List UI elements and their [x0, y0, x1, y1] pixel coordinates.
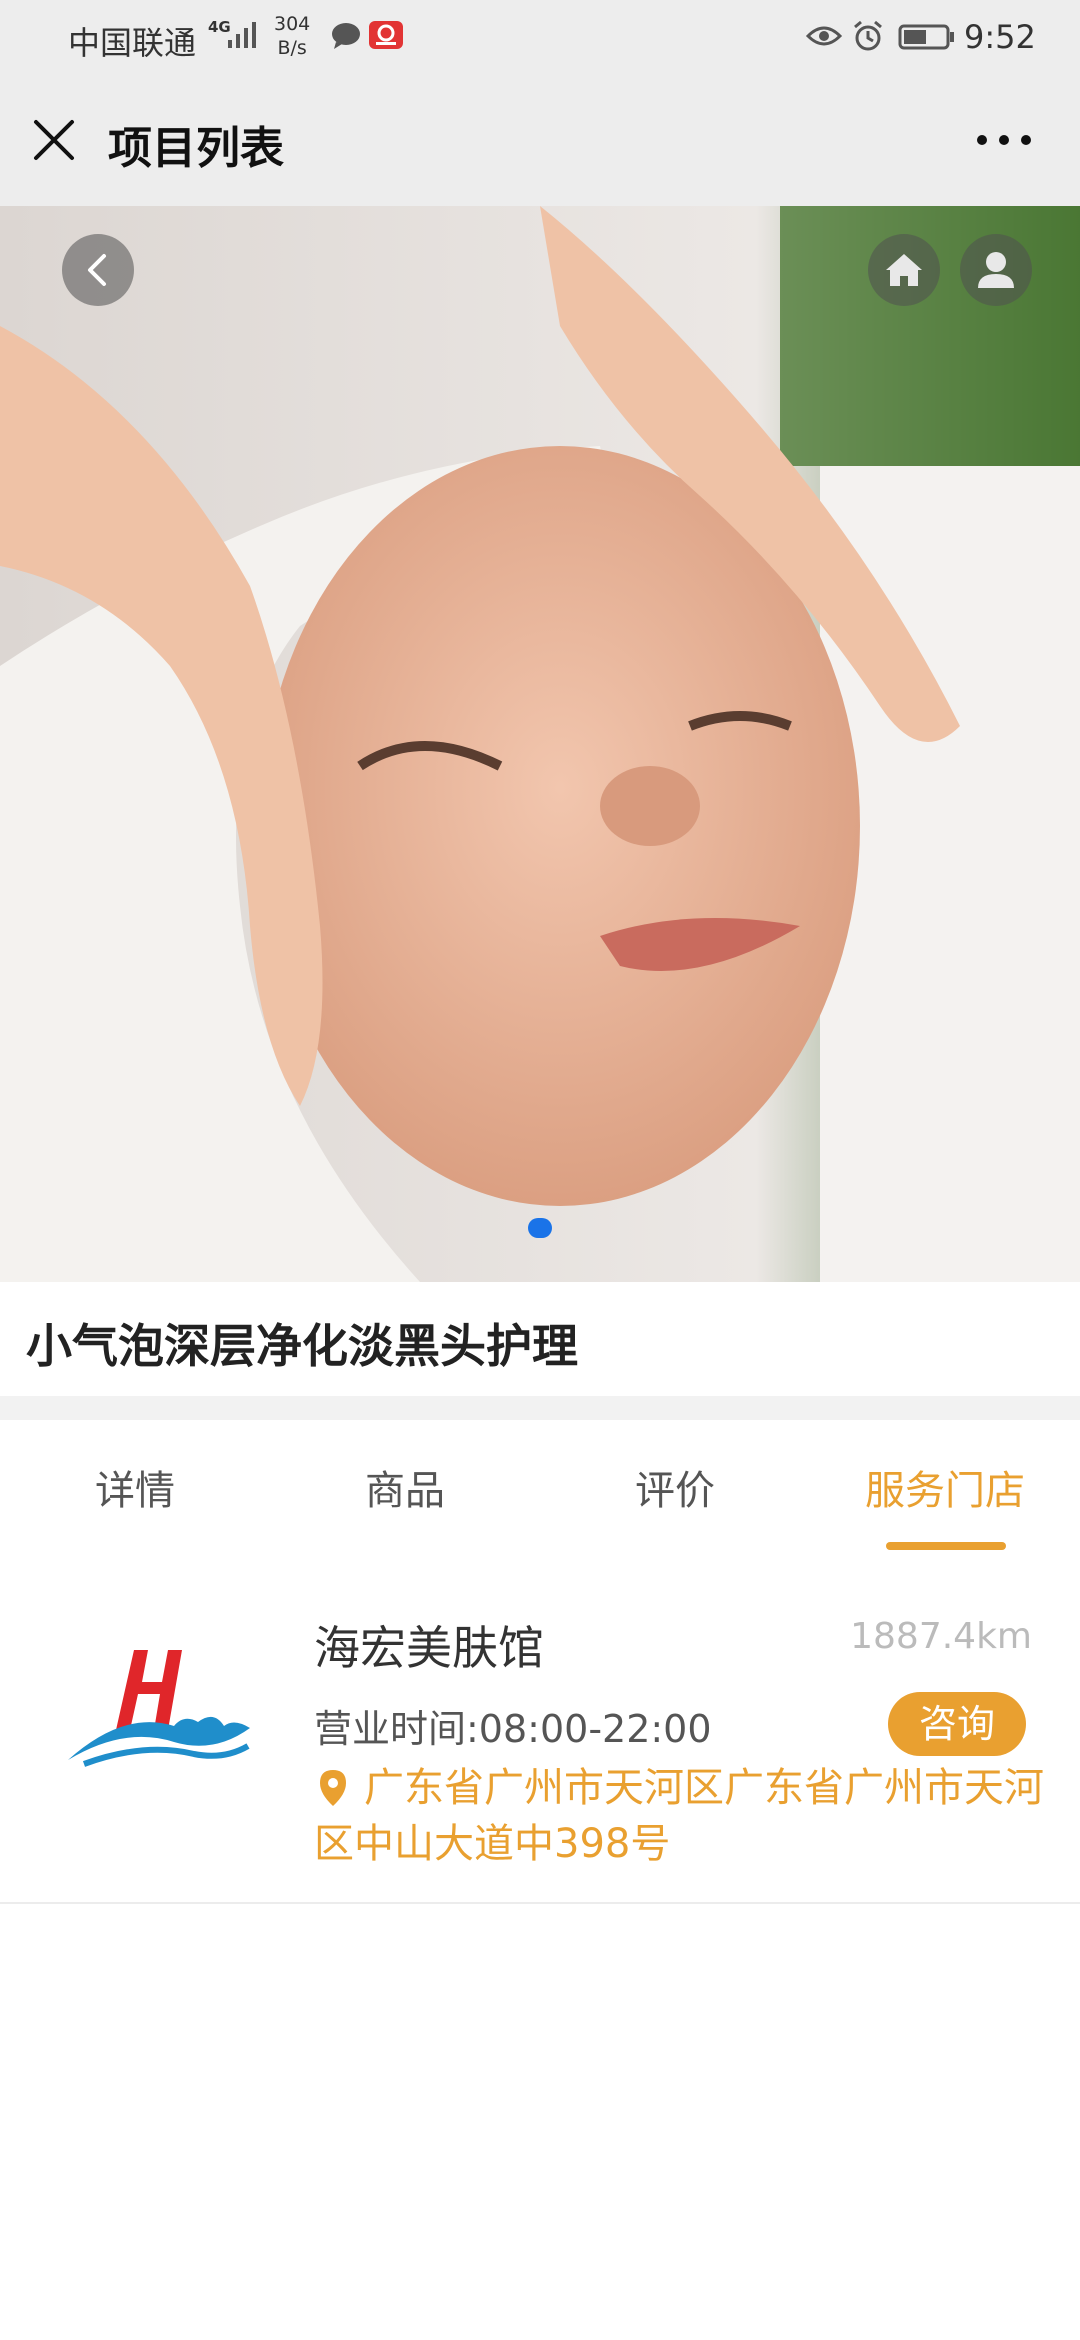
store-name: 海宏美肤馆: [314, 1621, 544, 1675]
store-logo: [68, 1650, 250, 1767]
nav-bar: 项目列表: [0, 78, 1080, 206]
more-icon[interactable]: [972, 130, 1036, 150]
store-card[interactable]: 海宏美肤馆 1887.4km 营业时间:08:00-22:00 咨询 广东省广州…: [0, 1560, 1080, 1904]
carousel-dot[interactable]: [528, 1218, 552, 1238]
consult-button[interactable]: 咨询: [888, 1692, 1026, 1756]
product-title-block: 小气泡深层净化淡黑头护理: [0, 1282, 1080, 1396]
user-button[interactable]: [960, 234, 1032, 306]
tab-details[interactable]: 详情: [0, 1458, 270, 1516]
store-distance: 1887.4km: [850, 1616, 1032, 1657]
speed-unit: B/s: [277, 37, 307, 59]
home-button[interactable]: [868, 234, 940, 306]
alarm-icon: [854, 20, 882, 51]
user-icon: [978, 252, 1014, 288]
home-icon: [886, 254, 922, 286]
tab-reviews[interactable]: 评价: [540, 1458, 810, 1516]
network-speed: 304 B/s: [274, 12, 310, 60]
tab-service-stores[interactable]: 服务门店: [810, 1458, 1080, 1516]
page-title: 项目列表: [108, 123, 284, 174]
back-button[interactable]: [62, 234, 134, 306]
facial-treatment-illustration: [0, 206, 1080, 1282]
speed-value: 304: [274, 13, 311, 35]
back-icon: [88, 254, 106, 286]
clock: 9:52: [964, 18, 1036, 56]
app-icon: [369, 21, 403, 49]
tab-bar: 详情 商品 评价 服务门店: [0, 1420, 1080, 1560]
close-icon[interactable]: [30, 116, 78, 164]
store-hours: 营业时间:08:00-22:00: [314, 1707, 712, 1751]
carrier-name: 中国联通: [68, 24, 197, 62]
section-divider: [0, 1396, 1080, 1420]
store-address[interactable]: 广东省广州市天河区广东省广州市天河区中山大道中398号: [314, 1760, 1054, 1872]
tab-products[interactable]: 商品: [270, 1458, 540, 1516]
status-bar: 中国联通 4G 304 B/s 9:52: [0, 0, 1080, 78]
hero-image[interactable]: [0, 206, 1080, 1282]
eye-icon: [806, 26, 842, 46]
active-tab-indicator: [886, 1542, 1006, 1550]
message-icon: [332, 23, 360, 49]
product-title: 小气泡深层净化淡黑头护理: [26, 1319, 578, 1373]
signal-icon: [228, 22, 256, 48]
battery-icon: [898, 24, 954, 50]
